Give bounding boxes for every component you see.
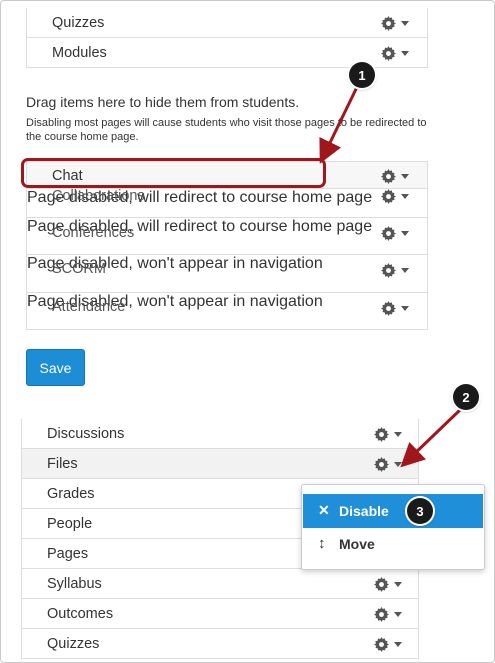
gear-icon [381, 45, 396, 61]
settings-menu-trigger[interactable] [381, 299, 415, 317]
gear-icon [381, 168, 396, 184]
save-button[interactable]: Save [26, 349, 85, 386]
nav-item-quizzes-2[interactable]: Quizzes [21, 629, 419, 659]
menu-item-label: Move [339, 536, 375, 552]
settings-menu-trigger[interactable] [381, 14, 415, 32]
settings-menu-trigger[interactable] [381, 44, 415, 62]
chevron-down-icon [401, 173, 409, 179]
settings-menu-trigger[interactable] [374, 455, 408, 473]
callout-3-badge: 3 [407, 498, 433, 524]
gear-icon [381, 15, 396, 31]
nav-item-quizzes[interactable]: Quizzes [27, 8, 427, 38]
nav-item-label: Quizzes [47, 636, 100, 652]
hidden-item-collaborations[interactable]: Collaborations Page disabled, will redir… [27, 187, 427, 217]
chevron-down-icon [401, 230, 409, 236]
nav-item-label: Discussions [47, 426, 125, 442]
chevron-down-icon [394, 641, 402, 647]
nav-item-syllabus[interactable]: Syllabus [21, 569, 419, 599]
hidden-section-title: Drag items here to hide them from studen… [26, 94, 300, 110]
gear-icon [381, 262, 396, 278]
nav-item-files[interactable]: Files [21, 449, 419, 479]
settings-menu-trigger[interactable] [374, 575, 408, 593]
settings-menu-trigger[interactable] [374, 635, 408, 653]
chevron-down-icon [394, 611, 402, 617]
chevron-down-icon [401, 20, 409, 26]
nav-item-label: Pages [47, 546, 89, 562]
nav-item-discussions[interactable]: Discussions [21, 419, 419, 449]
nav-item-outcomes[interactable]: Outcomes [21, 599, 419, 629]
chat-highlight-annotation [21, 158, 326, 188]
settings-menu-trigger[interactable] [374, 605, 408, 623]
gear-icon [374, 576, 389, 592]
hidden-item-scorm[interactable]: SCORM Page disabled, won't appear in nav… [27, 255, 427, 293]
move-vertical-icon: ↕ [318, 535, 326, 552]
nav-item-label: SCORM [52, 261, 106, 277]
gear-icon [381, 300, 396, 316]
hidden-item-conferences[interactable]: Conferences Page disabled, will redirect… [27, 217, 427, 255]
gear-icon [374, 606, 389, 622]
gear-icon [374, 456, 389, 472]
nav-item-options-menu: ✕ Disable ↕ Move [301, 484, 485, 570]
callout-2-badge: 2 [453, 384, 479, 410]
chevron-down-icon [401, 193, 409, 199]
screenshot-frame: Quizzes Modules Drag items here to hide … [0, 0, 495, 663]
settings-menu-trigger[interactable] [381, 167, 415, 185]
hidden-section-description: Disabling most pages will cause students… [26, 117, 427, 143]
enabled-nav-list: Quizzes Modules [26, 8, 428, 68]
nav-item-label: Syllabus [47, 576, 102, 592]
chevron-down-icon [401, 267, 409, 273]
menu-item-move[interactable]: ↕ Move [303, 530, 483, 560]
nav-item-label: Files [47, 456, 78, 472]
nav-item-label: Quizzes [52, 15, 105, 31]
chevron-down-icon [394, 431, 402, 437]
settings-menu-trigger[interactable] [381, 187, 415, 205]
gear-icon [381, 188, 396, 204]
chevron-down-icon [394, 581, 402, 587]
gear-icon [374, 426, 389, 442]
gear-icon [374, 636, 389, 652]
chevron-down-icon [394, 461, 402, 467]
hidden-item-attendance[interactable]: Attendance Page disabled, won't appear i… [27, 293, 427, 330]
settings-menu-trigger[interactable] [381, 261, 415, 279]
menu-item-label: Disable [339, 503, 389, 519]
chevron-down-icon [401, 50, 409, 56]
close-icon: ✕ [318, 502, 330, 518]
callout-1-badge: 1 [349, 62, 375, 88]
menu-item-disable[interactable]: ✕ Disable [303, 494, 483, 528]
nav-item-label: Outcomes [47, 606, 114, 622]
nav-item-label: Grades [47, 486, 95, 502]
nav-item-label: People [47, 516, 93, 532]
nav-item-label: Attendance [52, 299, 126, 315]
settings-menu-trigger[interactable] [381, 224, 415, 242]
chevron-down-icon [401, 305, 409, 311]
nav-item-label: Modules [52, 45, 107, 61]
settings-menu-trigger[interactable] [374, 425, 408, 443]
nav-item-label: Collaborations [52, 188, 145, 204]
gear-icon [381, 225, 396, 241]
nav-item-label: Conferences [52, 225, 135, 241]
